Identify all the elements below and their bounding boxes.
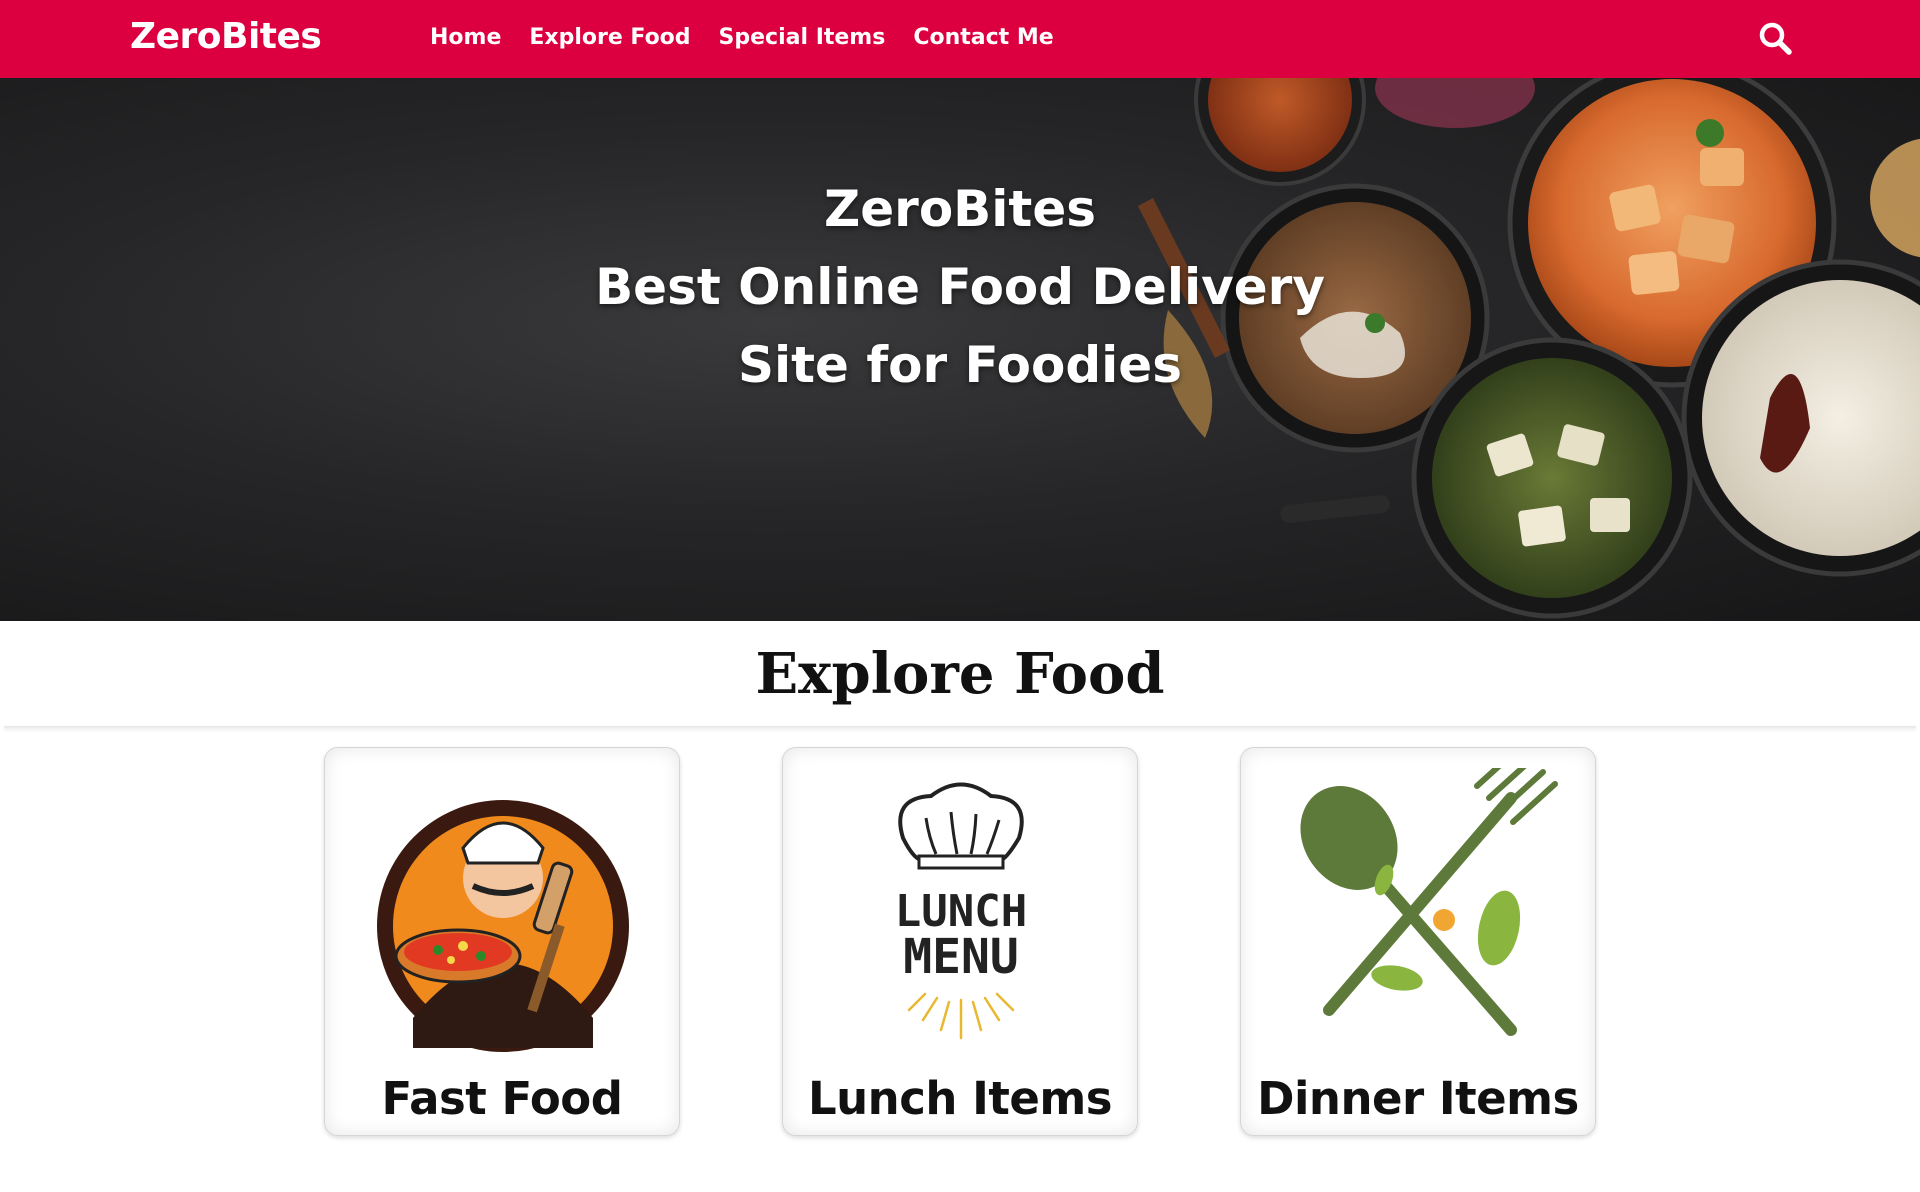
explore-food-heading: Explore Food <box>755 641 1165 707</box>
hero-headline: ZeroBites Best Online Food Delivery Site… <box>560 170 1360 404</box>
lunch-items-label: Lunch Items <box>807 1072 1113 1125</box>
lunch-menu-image-text-2: MENU <box>903 929 1019 985</box>
hero-line-brand: ZeroBites <box>824 180 1096 238</box>
top-navbar: ZeroBites Home Explore Food Special Item… <box>0 0 1920 78</box>
nav-contact-me-link[interactable]: Contact Me <box>913 25 1053 50</box>
spoon-and-fork-icon <box>1300 768 1558 1036</box>
hero-line-tagline-1: Best Online Food Delivery <box>595 258 1325 316</box>
fast-food-label: Fast Food <box>381 1072 623 1125</box>
hero-line-tagline-2: Site for Foodies <box>738 336 1182 394</box>
fast-food-card[interactable]: Fast Food <box>324 747 680 1136</box>
dinner-items-card[interactable]: Dinner Items <box>1240 747 1596 1136</box>
search-button[interactable] <box>1757 20 1793 56</box>
section-divider <box>4 726 1916 729</box>
hero-banner: ZeroBites Best Online Food Delivery Site… <box>0 78 1920 621</box>
lunch-menu-chef-hat-icon: LUNCH MENU <box>895 782 1027 1040</box>
nav-home-link[interactable]: Home <box>430 25 501 50</box>
nav-special-items-link[interactable]: Special Items <box>719 25 886 50</box>
lunch-items-card[interactable]: LUNCH MENU Lunch Items <box>782 747 1138 1136</box>
dinner-items-label: Dinner Items <box>1257 1072 1579 1125</box>
brand-logo[interactable]: ZeroBites <box>130 16 322 57</box>
nav-links: Home Explore Food Special Items Contact … <box>430 25 1054 50</box>
search-icon <box>1759 22 1792 55</box>
nav-explore-food-link[interactable]: Explore Food <box>529 25 690 50</box>
chef-with-pizza-icon <box>377 800 629 1052</box>
